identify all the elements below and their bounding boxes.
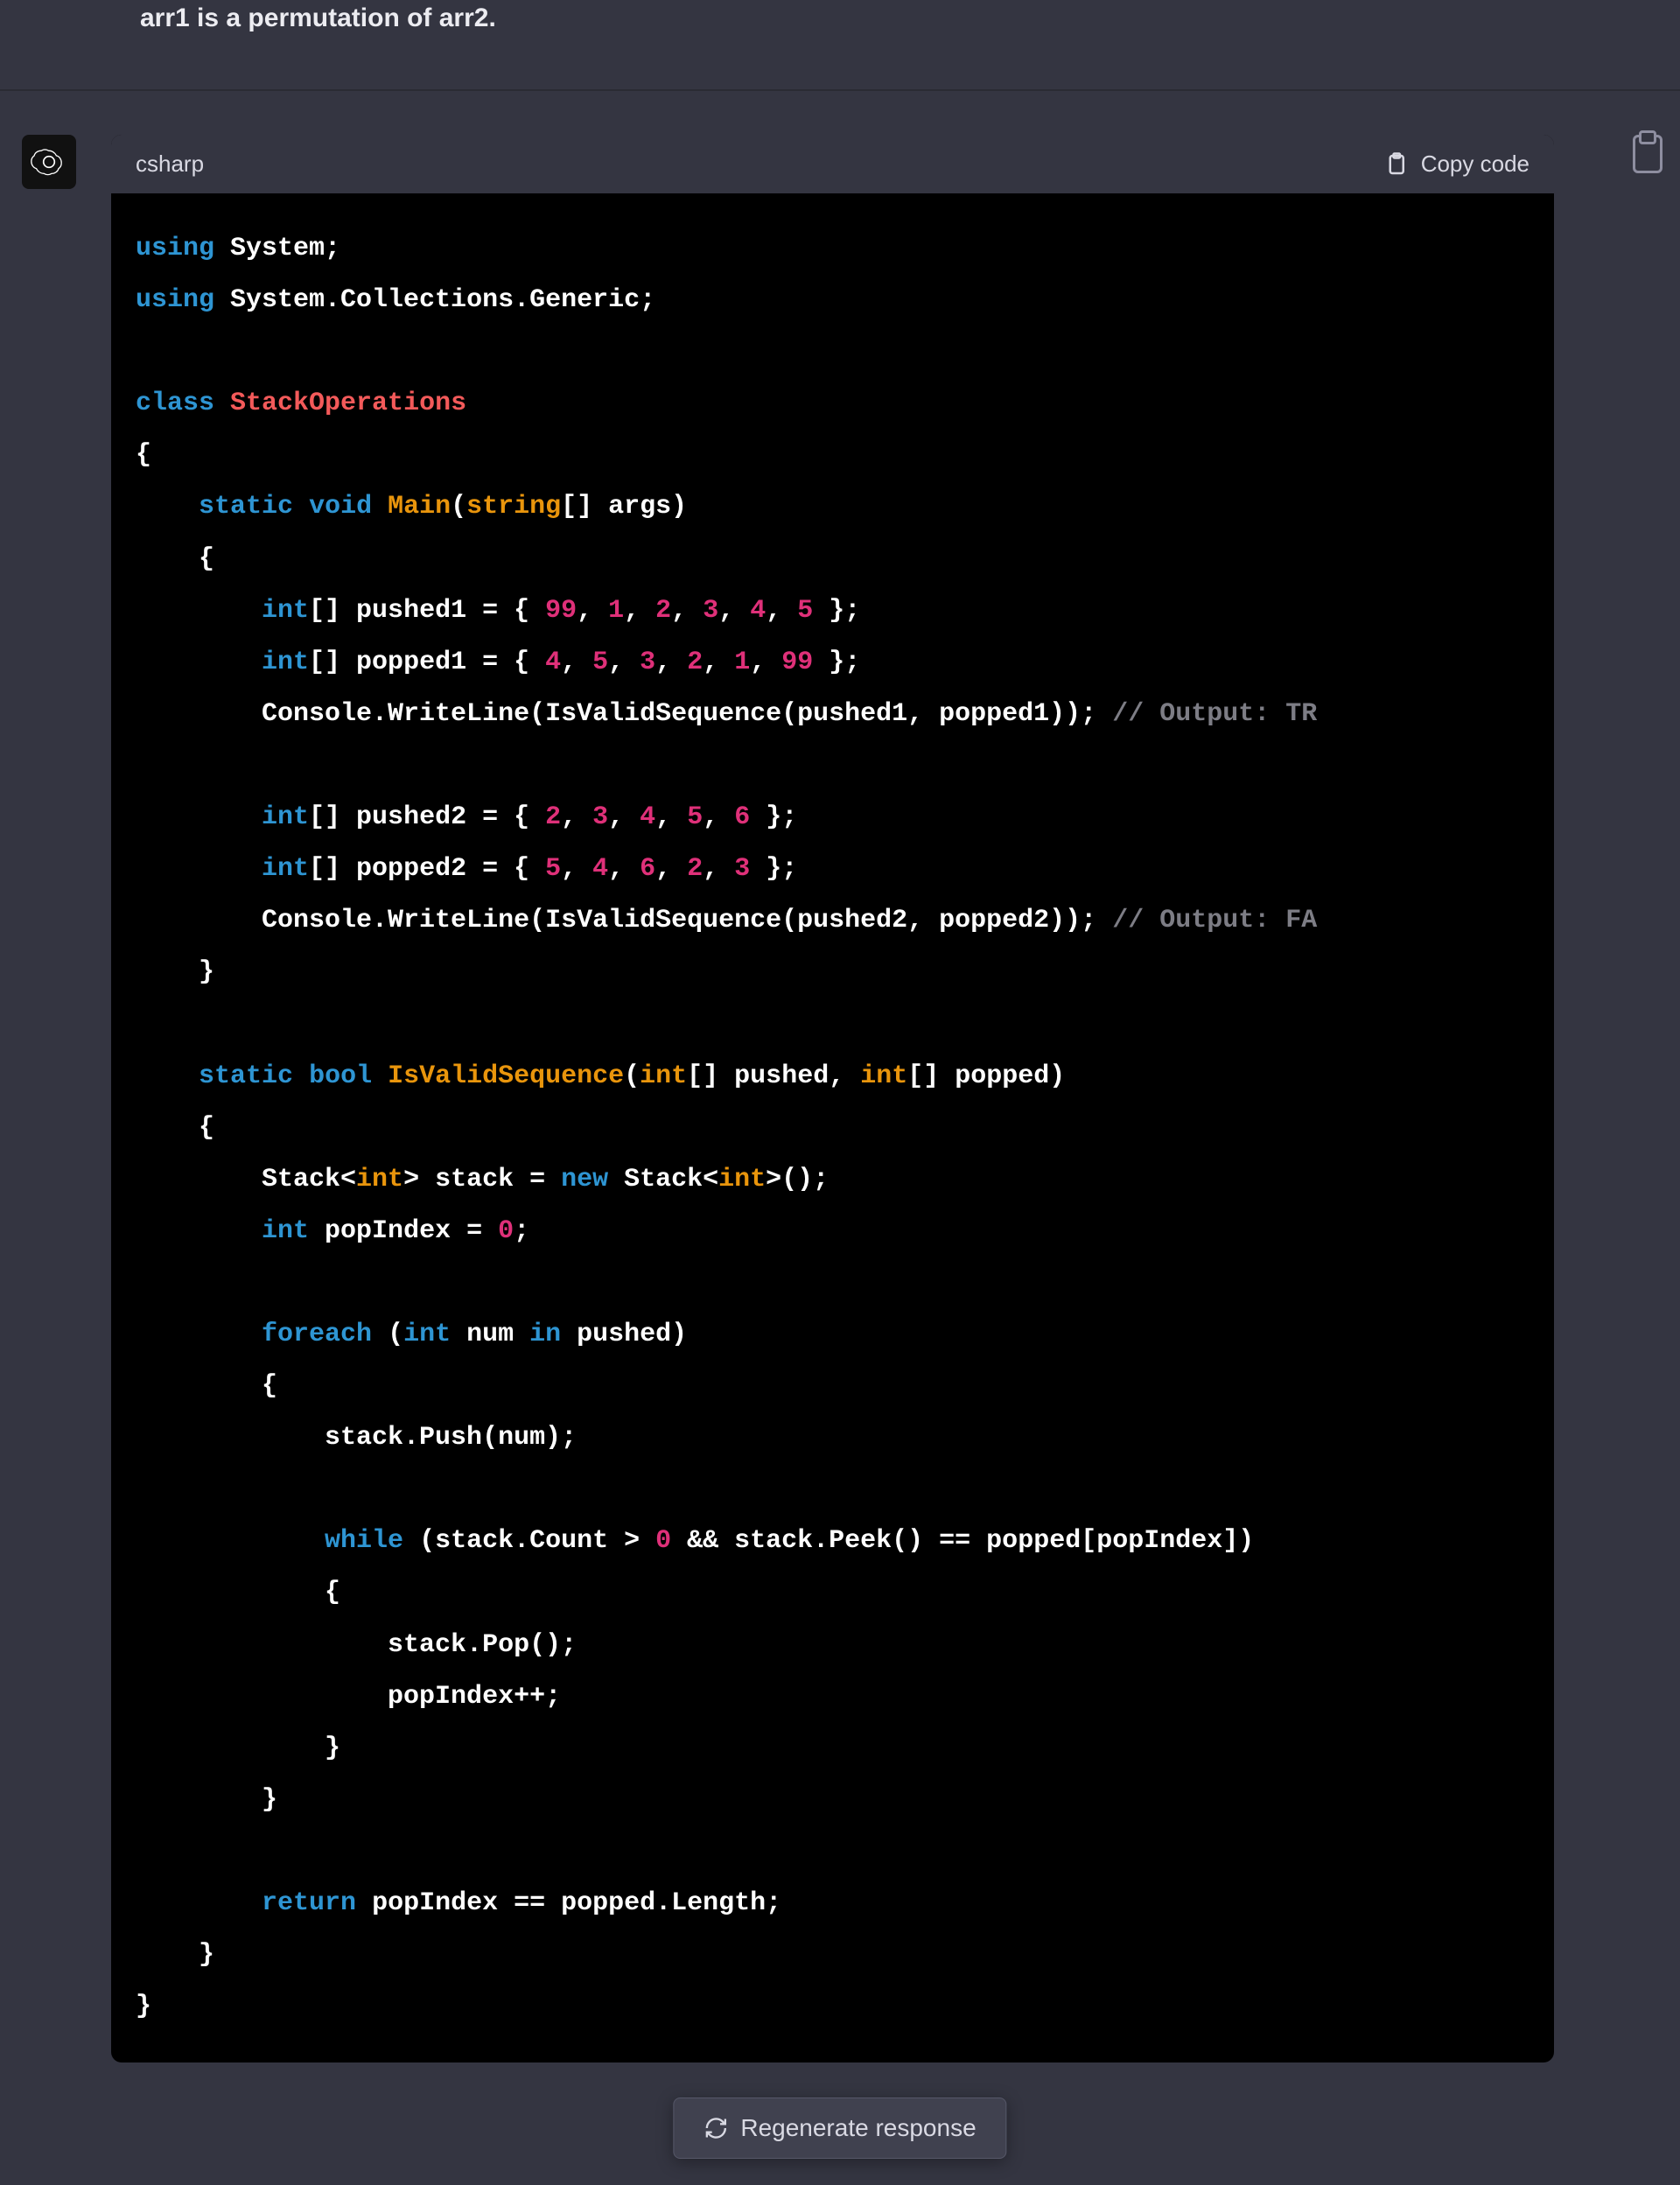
prompt-fragment-text: arr1 is a permutation of arr2.	[140, 0, 1540, 37]
assistant-message-row: csharp Copy code using System; using Sys…	[0, 91, 1680, 2062]
code-body[interactable]: using System; using System.Collections.G…	[111, 193, 1554, 2062]
openai-logo-icon	[31, 144, 67, 180]
regenerate-label: Regenerate response	[740, 2114, 976, 2142]
copy-code-button[interactable]: Copy code	[1382, 151, 1530, 178]
regenerate-response-button[interactable]: Regenerate response	[673, 2097, 1006, 2159]
copy-message-button[interactable]	[1633, 135, 1662, 173]
code-block-header: csharp Copy code	[111, 135, 1554, 193]
copy-code-label: Copy code	[1421, 151, 1530, 178]
refresh-icon	[704, 2116, 728, 2140]
clipboard-icon	[1382, 151, 1409, 178]
prompt-header: arr1 is a permutation of arr2.	[0, 0, 1680, 91]
code-language-label: csharp	[136, 151, 204, 178]
code-block: csharp Copy code using System; using Sys…	[111, 135, 1554, 2062]
assistant-avatar	[22, 135, 76, 189]
